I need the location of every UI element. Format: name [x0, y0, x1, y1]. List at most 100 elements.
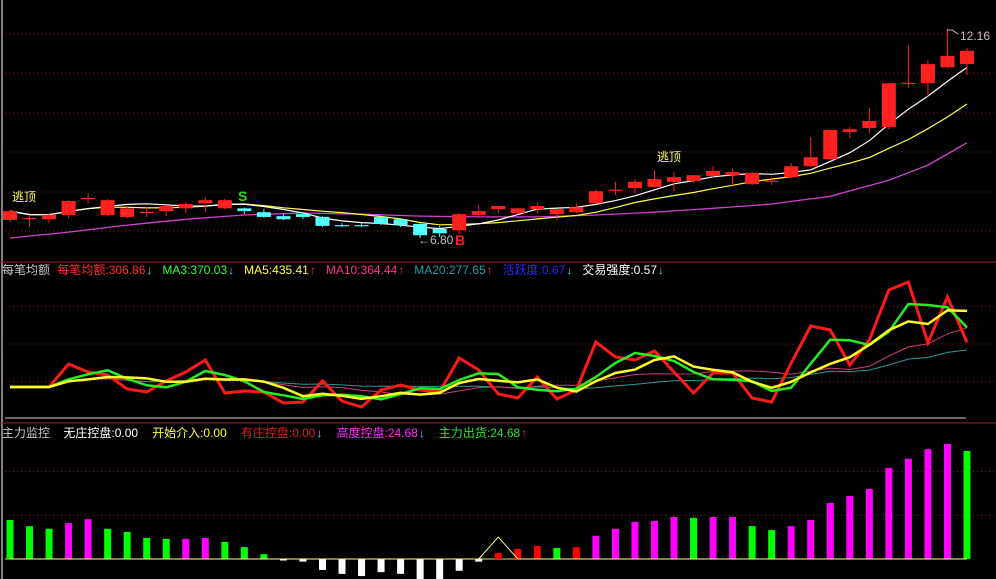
control-bar — [45, 528, 53, 559]
control-bar — [768, 530, 776, 559]
candle-up — [510, 208, 525, 214]
candle-down — [256, 212, 271, 217]
control-bar — [904, 458, 912, 559]
control-bar — [885, 467, 893, 559]
control-bar — [943, 443, 951, 559]
control-bar — [397, 559, 405, 574]
indicator-label: 无庄控盘: — [63, 426, 115, 440]
indicator-label: 主力出货: — [438, 426, 491, 440]
candle-up — [627, 181, 642, 189]
indicator-item: MA20:277.65↑ — [414, 263, 492, 277]
indicator-value: 0.00 — [203, 426, 227, 440]
candle-up — [198, 200, 213, 204]
indicator-label: MA3: — [162, 263, 191, 277]
control-bar — [533, 545, 541, 559]
arrow-down-icon: ↓ — [316, 426, 323, 440]
indicator-item: 活跃度:0.67↓ — [503, 263, 573, 277]
indicator-label: 每笔均额: — [57, 263, 109, 277]
control-bar — [826, 502, 834, 559]
indicator-label: 交易强度: — [582, 263, 634, 277]
control-bar — [143, 537, 151, 559]
control-bar — [963, 450, 971, 559]
indicator-value: 277.65 — [448, 263, 486, 277]
indicator-value: 0.67 — [541, 263, 566, 277]
candle-up — [686, 175, 701, 182]
indicator-label: 高度控盘: — [336, 426, 388, 440]
candle-up — [803, 157, 818, 167]
control-bar — [494, 552, 502, 559]
control-bar — [338, 559, 346, 574]
indicator-value: 24.68 — [490, 426, 521, 440]
candle-up — [940, 55, 955, 68]
arrow-down-icon: ↓ — [566, 263, 573, 277]
control-bar — [729, 516, 737, 559]
candle-up — [139, 211, 154, 214]
candle-down — [237, 208, 252, 212]
ma10-amount-line — [10, 327, 968, 396]
indicator-label: 活跃度: — [502, 263, 542, 277]
control-bar — [865, 488, 873, 559]
indicator-label: 有庄控盘: — [240, 426, 293, 440]
candle-up — [901, 82, 916, 85]
candle-up — [61, 200, 76, 215]
escape-top-label: 逃顶 — [12, 190, 37, 204]
indicator-value: 0.00 — [292, 426, 316, 440]
control-bar — [84, 519, 92, 559]
candle-up — [862, 121, 877, 129]
amount-panel-header: 每笔均额 每笔均额:306.86↓ MA3:370.03↓ MA5:435.41↑ M… — [2, 263, 674, 277]
arrow-down-icon: ↓ — [228, 263, 235, 277]
control-bar — [162, 538, 170, 559]
control-bar — [690, 517, 698, 559]
candle-up — [81, 197, 96, 200]
control-bar — [221, 541, 229, 559]
indicator-value: 0.00 — [114, 426, 139, 440]
chart-canvas[interactable] — [0, 0, 996, 579]
candle-down — [335, 225, 350, 227]
arrow-up-icon: ↑ — [521, 426, 528, 440]
control-bar — [611, 528, 619, 559]
control-bar — [787, 526, 795, 559]
control-bar — [358, 559, 366, 577]
control-bar — [416, 559, 424, 579]
control-bar — [455, 559, 463, 571]
candle-up — [3, 211, 17, 221]
escape-top-label: 逃顶 — [657, 150, 682, 164]
control-panel-header: 主力监控 无庄控盘:0.00 开始介入:0.00 有庄控盘:0.00↓ 高度控盘:24… — [2, 426, 541, 440]
control-panel-title: 主力监控 — [2, 426, 51, 440]
candle-up — [608, 189, 623, 191]
control-bar — [631, 521, 639, 559]
stock-chart-window: 逃顶 逃顶 S B ←6.80 12.16 每笔均额 每笔均额:306.86↓ M… — [0, 0, 996, 579]
candle-up — [920, 64, 935, 84]
control-bar — [670, 516, 678, 559]
control-bar — [260, 554, 268, 559]
arrow-down-icon: ↓ — [658, 263, 665, 277]
candle-down — [393, 219, 408, 226]
indicator-value: 24.68 — [387, 426, 418, 440]
control-bar — [377, 559, 385, 573]
control-bar — [104, 528, 112, 559]
candle-up — [491, 205, 506, 210]
arrow-down-icon: ↓ — [418, 426, 425, 440]
candle-up — [530, 205, 545, 210]
indicator-value: 364.44 — [360, 263, 398, 277]
control-indicator-list: 无庄控盘:0.00 开始介入:0.00 有庄控盘:0.00↓ 高度控盘:24.68↓ 主… — [63, 426, 541, 440]
amount-indicator-list: 每笔均额:306.86↓ MA3:370.03↓ MA5:435.41↑ MA10:3… — [57, 263, 674, 277]
indicator-value: 435.41 — [272, 263, 309, 277]
control-bar — [748, 526, 756, 559]
candle-up — [120, 208, 135, 217]
arrow-up-icon: ↑ — [398, 263, 405, 277]
control-bar — [201, 537, 209, 559]
high-marker-line — [947, 29, 959, 35]
candle-up — [823, 129, 838, 160]
control-bar — [846, 495, 854, 559]
indicator-item: 主力出货:24.68↑ — [439, 426, 527, 440]
low-price-label: ←6.80 — [418, 233, 454, 247]
control-bar — [318, 559, 326, 570]
control-bar — [65, 523, 73, 559]
indicator-item: MA3:370.03↓ — [162, 263, 234, 277]
ma3-amount-line — [10, 302, 968, 401]
candle-down — [315, 216, 330, 226]
arrow-down-icon: ↓ — [146, 263, 153, 277]
control-bar — [6, 520, 14, 559]
control-bar — [807, 520, 815, 559]
